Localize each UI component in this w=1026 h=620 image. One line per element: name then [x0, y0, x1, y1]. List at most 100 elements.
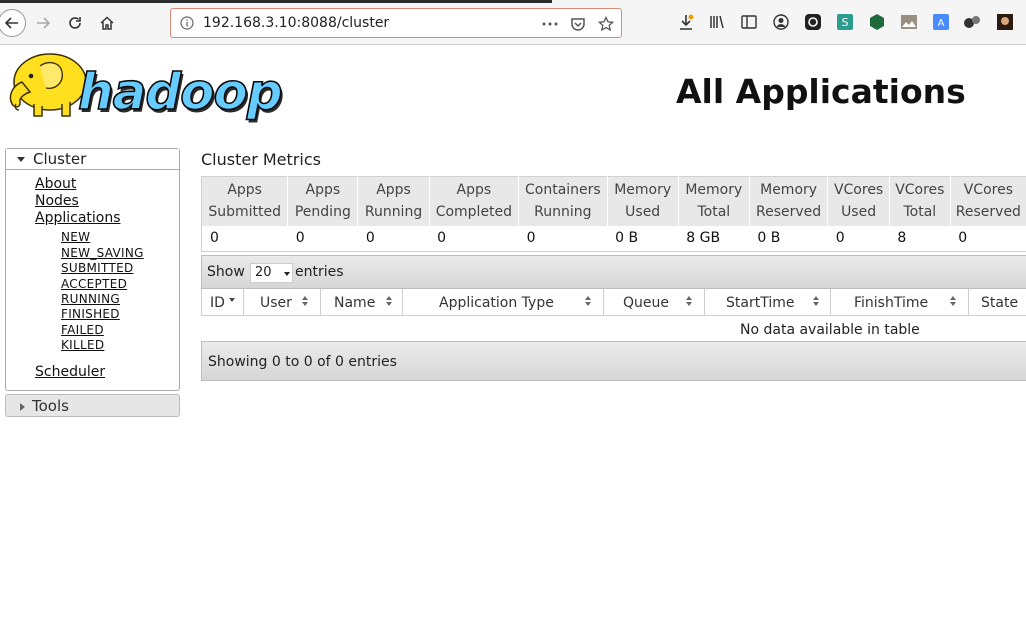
extension-button-4[interactable]: [900, 13, 918, 31]
applications-table-header: ID User Name Application Type Queue Star…: [201, 289, 1026, 316]
metric-value: 0 B: [607, 225, 679, 252]
metric-header: Apps Pending: [287, 176, 358, 226]
metric-value: 8 GB: [678, 225, 750, 252]
empty-table-row: No data available in table: [201, 317, 1026, 341]
circles-icon: [964, 16, 980, 28]
metric-value: 0: [950, 225, 1026, 252]
metric-value: 0: [827, 225, 890, 252]
page-actions-button[interactable]: [540, 14, 560, 34]
cluster-accordion-label: Cluster: [33, 150, 87, 168]
column-header-label: User: [260, 295, 292, 311]
metric-value: 0: [429, 225, 519, 252]
more-dots-icon: [542, 22, 558, 26]
column-header-user[interactable]: User: [243, 289, 320, 316]
column-header-starttime[interactable]: StartTime: [704, 289, 830, 316]
info-icon[interactable]: [180, 16, 194, 30]
metrics-value-row: 0 0 0 0 0 0 B 8 GB 0 B 0 8 0: [200, 225, 1026, 252]
column-header-application-type[interactable]: Application Type: [402, 289, 603, 316]
hadoop-logo: hadoop hadoop: [6, 52, 306, 126]
sidebar-link-running[interactable]: RUNNING: [61, 292, 120, 306]
sidebar-link-finished[interactable]: FINISHED: [61, 307, 120, 321]
account-button[interactable]: [772, 13, 790, 31]
browser-toolbar: 192.168.3.10:8088/cluster S A: [0, 0, 1026, 45]
column-header-finishtime[interactable]: FinishTime: [830, 289, 968, 316]
sort-desc-icon: [228, 295, 236, 309]
sidebar-link-new[interactable]: NEW: [61, 230, 90, 244]
home-button[interactable]: [94, 10, 120, 36]
cluster-accordion-header[interactable]: Cluster: [6, 149, 179, 170]
sidebar-link-about[interactable]: About: [35, 176, 76, 192]
sidebar-link-killed[interactable]: KILLED: [61, 338, 104, 352]
sort-icon: [584, 295, 592, 309]
downloads-button[interactable]: [677, 13, 695, 31]
sidebar-cluster-panel: Cluster About Nodes Applications NEW NEW…: [5, 148, 180, 391]
arrow-left-icon: [4, 17, 18, 29]
metric-value: 0: [518, 225, 608, 252]
tools-accordion-header[interactable]: Tools: [5, 394, 180, 417]
sidebar-link-new-saving[interactable]: NEW_SAVING: [61, 246, 144, 260]
sidebar-link-nodes[interactable]: Nodes: [35, 193, 79, 209]
metric-header: VCores Total: [888, 176, 951, 226]
metric-value: 0: [200, 225, 288, 252]
column-header-label: StartTime: [726, 295, 795, 311]
address-bar[interactable]: 192.168.3.10:8088/cluster: [170, 8, 622, 38]
pocket-icon: [571, 18, 585, 31]
svg-text:A: A: [938, 18, 945, 29]
metric-header: VCores Used: [827, 176, 890, 226]
column-header-label: ID: [210, 295, 225, 311]
active-tab-indicator: [0, 0, 552, 3]
svg-text:S: S: [842, 16, 849, 29]
reload-button[interactable]: [62, 10, 88, 36]
sidebar-toggle-button[interactable]: [740, 13, 758, 31]
column-header-label: Name: [334, 295, 376, 311]
column-header-label: State: [981, 295, 1019, 311]
bookmark-button[interactable]: [596, 14, 616, 34]
metrics-header-row: Apps Submitted Apps Pending Apps Running Ap…: [200, 176, 1026, 226]
chevron-down-icon: [284, 272, 290, 276]
sidebar-link-accepted[interactable]: ACCEPTED: [61, 277, 127, 291]
table-length-bar: Show 20 entries: [201, 255, 1026, 289]
sidebar-link-scheduler[interactable]: Scheduler: [35, 364, 105, 380]
library-button[interactable]: [708, 13, 726, 31]
sidebar-link-failed[interactable]: FAILED: [61, 323, 104, 337]
metric-header: VCores Reserved: [949, 176, 1026, 226]
metric-header: Memory Total: [677, 176, 750, 226]
metric-value: 0: [357, 225, 430, 252]
metric-header: Memory Reserved: [748, 176, 828, 226]
reload-icon: [69, 17, 81, 29]
page-length-select[interactable]: 20: [250, 263, 293, 283]
column-header-state[interactable]: State: [968, 289, 1026, 316]
extension-button-1[interactable]: [804, 13, 822, 31]
back-button[interactable]: [0, 9, 26, 37]
url-text[interactable]: 192.168.3.10:8088/cluster: [203, 15, 389, 31]
extension-button-3[interactable]: [868, 13, 886, 31]
image-icon: [901, 15, 917, 29]
column-header-name[interactable]: Name: [320, 289, 402, 316]
extension-button-6[interactable]: [963, 13, 981, 31]
pocket-button[interactable]: [568, 14, 588, 34]
extension-button-5[interactable]: A: [932, 13, 950, 31]
extension-button-7[interactable]: [996, 13, 1014, 31]
column-header-id[interactable]: ID: [201, 289, 243, 316]
sort-icon: [301, 295, 309, 309]
column-header-label: Application Type: [439, 295, 554, 311]
column-header-queue[interactable]: Queue: [603, 289, 704, 316]
at-sign-icon: [805, 14, 821, 30]
table-info-text: Showing 0 to 0 of 0 entries: [208, 354, 397, 370]
metric-header: Apps Running: [357, 176, 430, 226]
triangle-right-icon: [20, 403, 25, 411]
forward-button[interactable]: [30, 10, 56, 36]
tools-accordion-label: Tools: [32, 397, 69, 415]
metric-header: Apps Completed: [428, 176, 519, 226]
arrow-right-icon: [37, 17, 51, 29]
elephant-logo-icon: hadoop hadoop: [9, 53, 285, 124]
metrics-title: Cluster Metrics: [201, 150, 321, 169]
avatar-icon: [997, 14, 1013, 30]
extension-button-2[interactable]: S: [836, 13, 854, 31]
metric-value: 0 B: [749, 225, 828, 252]
metric-value: 0: [287, 225, 358, 252]
sidebar-link-submitted[interactable]: SUBMITTED: [61, 261, 134, 275]
sidebar-link-applications[interactable]: Applications: [35, 210, 121, 226]
sort-icon: [812, 295, 820, 309]
column-header-label: FinishTime: [854, 295, 929, 311]
